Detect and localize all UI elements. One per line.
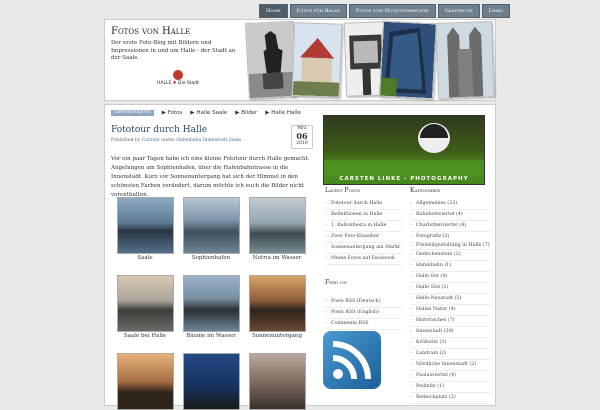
category-link[interactable]: Halle-Neustadt (5)	[410, 294, 492, 305]
feed-list: Posts RSS (Deutsch) Posts RSS (English) …	[325, 297, 403, 330]
header-photo-building	[379, 20, 437, 100]
category-link[interactable]: Historisches (7)	[410, 316, 492, 327]
photography-banner[interactable]: CARSTEN LINKE - PHOTOGRAPHY	[323, 115, 485, 185]
thumb-caption: Saale bei Halle	[123, 333, 167, 339]
category-link[interactable]: Giebichenstein (2)	[410, 250, 492, 261]
header-photo-statue	[245, 20, 297, 100]
thumb-nutria[interactable]	[249, 197, 306, 254]
category-link[interactable]: Nördliche Innenstadt (2)	[410, 360, 492, 371]
rss-feed-icon[interactable]	[323, 331, 381, 389]
thumb-sonnenuntergang[interactable]	[249, 275, 306, 332]
tag-link-halle-halle[interactable]: ▶ Halle Halle	[265, 110, 301, 116]
post-date: Mrz 06 2016	[291, 125, 313, 149]
feed-link[interactable]: Posts RSS (Deutsch)	[325, 297, 403, 308]
category-link[interactable]: Fotografie (2)	[410, 232, 492, 243]
thumb-sunset-bridge[interactable]	[117, 353, 174, 410]
latest-posts-title: Latest Posts	[325, 187, 361, 194]
thumb-caption: Sonnenuntergang	[251, 333, 302, 339]
category-link[interactable]: Landrain (2)	[410, 349, 492, 360]
latest-posts-list: Fototour durch Halle Reflektionen in Hal…	[325, 199, 403, 265]
thumb-caption: Sophienhafen	[191, 255, 231, 261]
tag-link-halle-saale[interactable]: ▶ Halle Saale	[190, 110, 227, 116]
nav-gaestebuch[interactable]: Gästebuch	[437, 4, 480, 18]
tag-links: Datenschutzinfo ▶ Fotos ▶ Halle Saale ▶ …	[111, 110, 301, 116]
post-byline: Published by Carsten under Hafenbahn,Inn…	[111, 138, 242, 143]
tag-link-bilder[interactable]: ▶ Bilder	[235, 110, 257, 116]
category-link[interactable]: Riebeckplatz (2)	[410, 393, 492, 404]
nav-fotos-fuer-halle[interactable]: Fotos für Halle	[289, 4, 347, 18]
main-content: Datenschutzinfo ▶ Fotos ▶ Halle Saale ▶ …	[104, 104, 496, 410]
category-link[interactable]: Allgemeines (23)	[410, 199, 492, 210]
thumb-baeume[interactable]	[183, 275, 240, 332]
nav-fotos-nutzungsrechte[interactable]: Fotos und Nutzungsrechte	[348, 4, 436, 18]
header-photo-towers	[435, 21, 495, 99]
thumb-saale-bei-halle[interactable]	[117, 275, 174, 332]
categories-title: Kategorien	[410, 187, 441, 194]
nav-home[interactable]: Home	[259, 4, 288, 18]
category-link[interactable]: Bahnhofsviertel (4)	[410, 210, 492, 221]
latest-post-link[interactable]: Sonnenuntergang am Markt	[325, 243, 403, 254]
author-link[interactable]: Carsten	[142, 138, 160, 143]
site-title[interactable]: Fotos von Halle	[111, 26, 190, 37]
banner-caption: CARSTEN LINKE - PHOTOGRAPHY	[339, 176, 469, 182]
thumb-towers-night[interactable]	[183, 353, 240, 410]
top-navigation: Home Fotos für Halle Fotos und Nutzungsr…	[259, 4, 510, 18]
nav-links[interactable]: Links	[481, 4, 510, 18]
category-link[interactable]: Halles Natur (4)	[410, 305, 492, 316]
header-photo-church	[291, 22, 343, 98]
post-categories-link[interactable]: Hafenbahn,Innenstadt,Saale	[176, 138, 241, 143]
category-link[interactable]: Paulusviertel (4)	[410, 371, 492, 382]
category-link[interactable]: Peißnitz (1)	[410, 382, 492, 393]
latest-post-link[interactable]: Fototour durch Halle	[325, 199, 403, 210]
feed-link[interactable]: Posts RSS (English)	[325, 308, 403, 319]
category-link[interactable]: Hafenbahn (1)	[410, 261, 492, 272]
latest-post-link[interactable]: Zwei Foto-Klassiker	[325, 232, 403, 243]
categories-list: Allgemeines (23) Bahnhofsviertel (4) Cha…	[410, 199, 492, 404]
thumb-caption: Bäume im Wasser	[186, 333, 236, 339]
post-title[interactable]: Fototour durch Halle	[111, 125, 207, 135]
post-text: Vor ein paar Tagen habe ich eine kleine …	[111, 156, 310, 198]
thumb-dusk[interactable]	[249, 353, 306, 410]
site-description: Der erste Foto-Blog mit Bildern und Impr…	[111, 40, 236, 61]
category-link[interactable]: Innenstadt (29)	[410, 327, 492, 338]
feed-title: Feed on	[325, 279, 347, 286]
feed-link[interactable]: Comments RSS	[325, 319, 403, 330]
thumb-caption: Nutria im Wasser	[252, 255, 302, 261]
category-link[interactable]: Kröllwitz (3)	[410, 338, 492, 349]
category-link[interactable]: Halle Ost (4)	[410, 272, 492, 283]
latest-post-link[interactable]: 1. Ballonfiesta in Halle	[325, 221, 403, 232]
thumb-saale[interactable]	[117, 197, 174, 254]
latest-post-link[interactable]: Reflektionen in Halle	[325, 210, 403, 221]
category-link[interactable]: Freizeitgestaltung in Halle (7)	[410, 243, 492, 250]
privacy-badge[interactable]: Datenschutzinfo	[111, 110, 154, 116]
tag-link-fotos[interactable]: ▶ Fotos	[162, 110, 183, 116]
category-link[interactable]: Charlottenviertel (4)	[410, 221, 492, 232]
city-logo-star-icon: ✱	[172, 81, 177, 86]
thumb-caption: Saale	[137, 255, 153, 261]
thumb-sophienhafen[interactable]	[183, 197, 240, 254]
city-seal-icon	[172, 70, 183, 80]
category-link[interactable]: Halle Süd (2)	[410, 283, 492, 294]
site-header: Fotos von Halle Der erste Foto-Blog mit …	[104, 19, 496, 101]
city-logo[interactable]: HALLE ✱ Die Stadt	[157, 70, 199, 86]
latest-post-link[interactable]: Meine Fotos auf Facebook	[325, 254, 403, 265]
